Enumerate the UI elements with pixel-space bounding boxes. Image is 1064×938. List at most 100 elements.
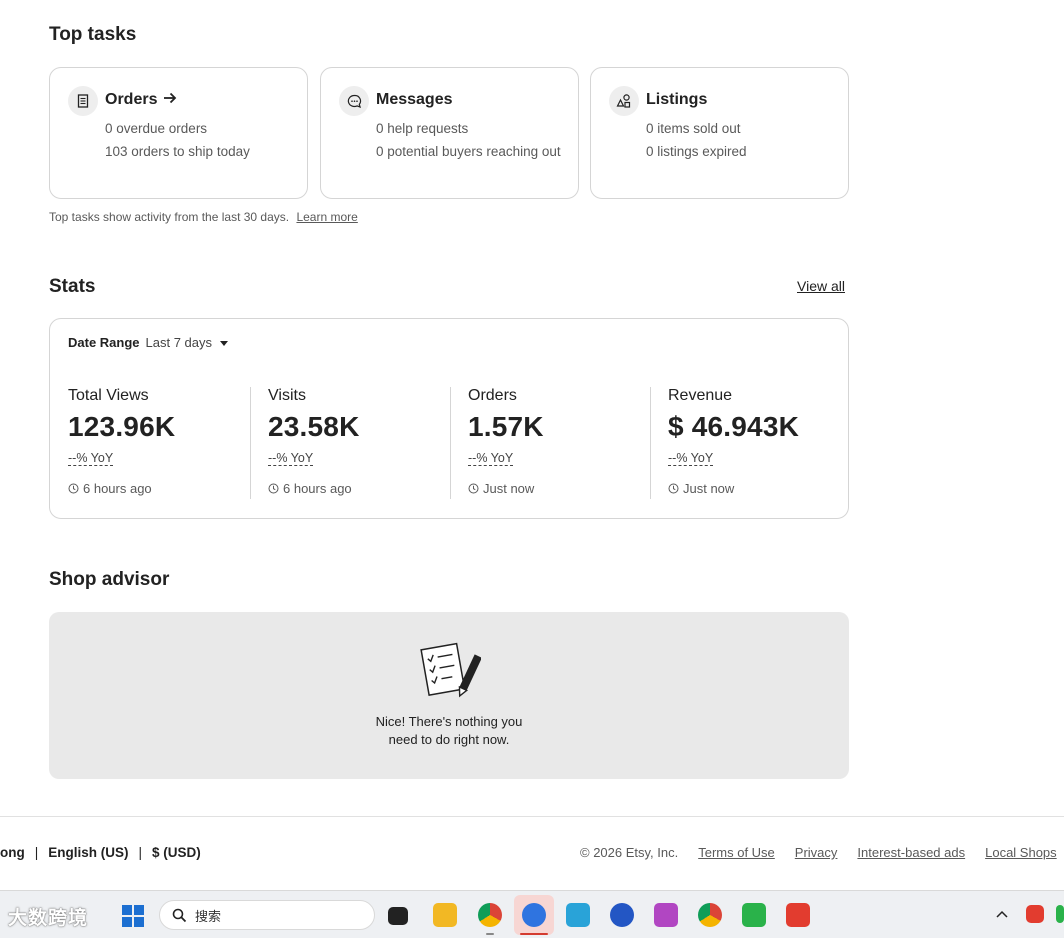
footer-link-ads[interactable]: Interest-based ads [857, 845, 965, 860]
stat-yoy[interactable]: --% YoY [668, 451, 714, 466]
stat-divider [250, 387, 251, 499]
advisor-message: Nice! There's nothing you need to do rig… [49, 713, 849, 749]
date-range-dropdown[interactable]: Date Range Last 7 days [68, 335, 229, 350]
shop-advisor-panel: Nice! There's nothing you need to do rig… [49, 612, 849, 779]
task-title-label: Messages [376, 91, 453, 108]
stat-time: Just now [483, 481, 535, 496]
footer-sep: | [138, 845, 143, 860]
active-indicator [520, 933, 548, 935]
chrome-icon[interactable] [478, 903, 502, 927]
stat-divider [650, 387, 651, 499]
footer-link-terms[interactable]: Terms of Use [698, 845, 775, 860]
task-line: 0 potential buyers reaching out [376, 144, 561, 159]
browser-app-icon[interactable] [610, 903, 634, 927]
stat-orders[interactable]: Orders 1.57K --% YoY Just now [468, 387, 648, 496]
checklist-icon [417, 640, 482, 707]
stat-name: Total Views [68, 387, 149, 404]
top-tasks-note: Top tasks show activity from the last 30… [49, 210, 358, 224]
stat-name: Visits [268, 387, 306, 404]
clock-icon [68, 483, 79, 494]
footer-copyright: © 2026 Etsy, Inc. [580, 845, 679, 860]
footer-locale: ong | English (US) | $ (USD) [0, 845, 201, 860]
clock-icon [468, 483, 479, 494]
task-card-listings[interactable]: Listings 0 items sold out 0 listings exp… [590, 67, 849, 199]
stat-time: 6 hours ago [283, 481, 352, 496]
caret-down-icon [220, 341, 229, 346]
stat-divider [450, 387, 451, 499]
stat-updated: 6 hours ago [68, 481, 248, 496]
task-card-messages[interactable]: Messages 0 help requests 0 potential buy… [320, 67, 579, 199]
arrow-right-icon [163, 91, 177, 109]
clock-icon [268, 483, 279, 494]
file-explorer-icon[interactable] [433, 903, 457, 927]
task-title-label: Orders [105, 91, 158, 108]
stat-name: Orders [468, 387, 517, 404]
stat-updated: Just now [468, 481, 648, 496]
stat-yoy[interactable]: --% YoY [268, 451, 314, 466]
footer-link-local-shops[interactable]: Local Shops [985, 845, 1057, 860]
task-line: 0 listings expired [646, 144, 747, 159]
stat-yoy[interactable]: --% YoY [468, 451, 514, 466]
footer-language[interactable]: English (US) [48, 845, 128, 860]
stat-visits[interactable]: Visits 23.58K --% YoY 6 hours ago [268, 387, 448, 496]
stat-value: 1.57K [468, 411, 544, 442]
receipt-icon [68, 86, 98, 116]
task-title-listings[interactable]: Listings [646, 91, 707, 109]
stat-revenue[interactable]: Revenue $ 46.943K --% YoY Just now [668, 387, 848, 496]
stat-updated: Just now [668, 481, 848, 496]
chevron-up-icon[interactable] [996, 907, 1008, 921]
footer-divider [0, 816, 1064, 817]
windows-start-icon[interactable] [122, 905, 144, 927]
task-title-messages[interactable]: Messages [376, 91, 453, 109]
advisor-line: Nice! There's nothing you [375, 714, 523, 729]
stat-value: 123.96K [68, 411, 176, 442]
wechat-icon[interactable] [742, 903, 766, 927]
watermark-text: 大数跨境 [8, 908, 89, 929]
stat-total-views[interactable]: Total Views 123.96K --% YoY 6 hours ago [68, 387, 248, 496]
view-all-link[interactable]: View all [797, 278, 845, 294]
shop-advisor-heading: Shop advisor [49, 569, 170, 590]
task-title-orders[interactable]: Orders [105, 91, 177, 109]
date-range-value: Last 7 days [145, 335, 213, 350]
tray-wechat-icon[interactable] [1056, 905, 1064, 923]
taskbar-search[interactable]: 搜索 [159, 900, 375, 930]
footer-sep: | [34, 845, 39, 860]
stats-card: Date Range Last 7 days Total Views 123.9… [49, 318, 849, 519]
top-tasks-heading: Top tasks [49, 24, 137, 45]
task-line: 103 orders to ship today [105, 144, 250, 159]
chat-icon [339, 86, 369, 116]
task-card-orders[interactable]: Orders 0 overdue orders 103 orders to sh… [49, 67, 308, 199]
task-title-label: Listings [646, 91, 708, 108]
note-text: Top tasks show activity from the last 30… [49, 210, 290, 224]
stats-heading: Stats [49, 276, 96, 297]
task-line: 0 help requests [376, 121, 469, 136]
stat-name: Revenue [668, 387, 733, 404]
search-placeholder: 搜索 [195, 908, 222, 924]
stat-time: Just now [683, 481, 735, 496]
footer-region[interactable]: ong [0, 845, 25, 860]
stat-updated: 6 hours ago [268, 481, 448, 496]
clock-icon [668, 483, 679, 494]
network-app-icon[interactable] [566, 903, 590, 927]
footer-link-privacy[interactable]: Privacy [795, 845, 838, 860]
task-line: 0 items sold out [646, 121, 741, 136]
search-icon [172, 908, 187, 922]
advisor-line: need to do right now. [388, 732, 510, 747]
date-range-label: Date Range [68, 335, 140, 350]
tray-wps-icon[interactable] [1026, 905, 1044, 923]
task-view-icon[interactable] [388, 907, 408, 925]
stat-time: 6 hours ago [83, 481, 152, 496]
footer-currency[interactable]: $ (USD) [152, 845, 201, 860]
wps-icon[interactable] [786, 903, 810, 927]
stat-yoy[interactable]: --% YoY [68, 451, 114, 466]
purple-app-icon[interactable] [654, 903, 678, 927]
learn-more-link[interactable]: Learn more [296, 210, 357, 224]
stat-value: 23.58K [268, 411, 360, 442]
stat-value: $ 46.943K [668, 411, 800, 442]
chat-app-icon[interactable] [522, 903, 546, 927]
windows-taskbar: 大数跨境 搜索 [0, 890, 1064, 938]
chrome-profile-icon[interactable] [698, 903, 722, 927]
footer-links: © 2026 Etsy, Inc. Terms of Use Privacy I… [580, 845, 1057, 860]
running-indicator [486, 933, 494, 935]
shapes-icon [609, 86, 639, 116]
